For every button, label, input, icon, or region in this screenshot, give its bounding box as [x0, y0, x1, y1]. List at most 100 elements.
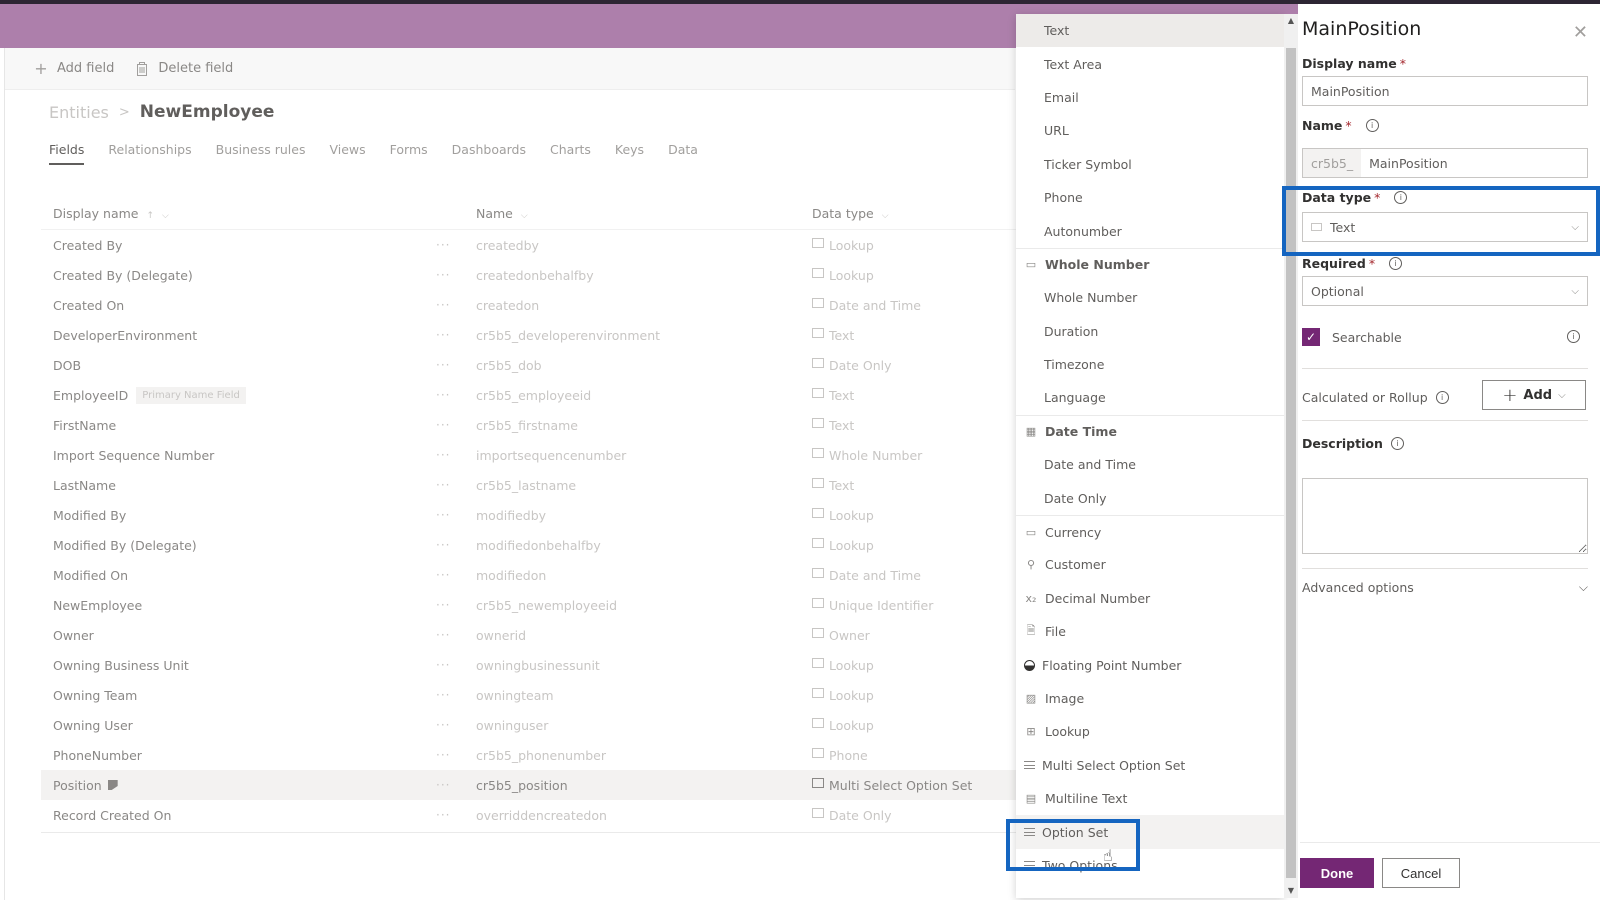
more-options-button[interactable]: ··· — [436, 718, 476, 732]
dropdown-option-lookup[interactable]: ⊞ Lookup — [1016, 715, 1284, 748]
more-options-button[interactable]: ··· — [436, 628, 476, 642]
more-options-button[interactable]: ··· — [436, 418, 476, 432]
table-row[interactable]: DOB ··· cr5b5_dob Date Only — [41, 350, 1021, 380]
table-row[interactable]: Modified By ··· modifiedby Lookup — [41, 500, 1021, 530]
dropdown-option-option-set[interactable]: Option Set — [1016, 815, 1284, 849]
more-options-button[interactable]: ··· — [436, 388, 476, 402]
more-options-button[interactable]: ··· — [436, 298, 476, 312]
dropdown-option-date-and-time[interactable]: Date and Time — [1016, 448, 1284, 481]
done-button[interactable]: Done — [1300, 858, 1374, 888]
dropdown-option-autonumber[interactable]: Autonumber — [1016, 214, 1284, 247]
table-row[interactable]: DeveloperEnvironment ··· cr5b5_developeren… — [41, 320, 1021, 350]
more-options-button[interactable]: ··· — [436, 748, 476, 762]
column-display-name[interactable]: Display name ↑ ⌵ — [41, 206, 476, 221]
info-icon[interactable]: i — [1390, 437, 1404, 450]
display-name-input[interactable]: MainPosition — [1302, 76, 1588, 106]
breadcrumb-entities-link[interactable]: Entities — [49, 103, 109, 122]
data-type-select[interactable]: Text ⌵ — [1302, 212, 1588, 242]
info-icon[interactable]: i — [1394, 191, 1408, 204]
info-icon[interactable]: i — [1389, 257, 1403, 270]
more-options-button[interactable]: ··· — [436, 508, 476, 522]
dropdown-option-text[interactable]: Text — [1016, 14, 1284, 48]
column-name[interactable]: Name ⌵ — [476, 206, 812, 221]
more-options-button[interactable]: ··· — [436, 778, 476, 792]
dropdown-option-multiline-text[interactable]: ▤ Multiline Text — [1016, 782, 1284, 815]
dropdown-option-url[interactable]: URL — [1016, 114, 1284, 147]
table-row[interactable]: Record Created On ··· overriddencreatedon D… — [41, 800, 1021, 830]
more-options-button[interactable]: ··· — [436, 568, 476, 582]
add-field-button[interactable]: + Add field — [33, 59, 114, 78]
add-calculated-button[interactable]: + Add ⌵ — [1482, 380, 1586, 410]
more-options-button[interactable]: ··· — [436, 238, 476, 252]
dropdown-option-multi-select-option-set[interactable]: Multi Select Option Set — [1016, 749, 1284, 782]
dropdown-option-timezone[interactable]: Timezone — [1016, 348, 1284, 381]
info-icon[interactable]: i — [1365, 119, 1379, 132]
table-row[interactable]: Modified By (Delegate) ··· modifiedonbehal… — [41, 530, 1021, 560]
scroll-down-icon[interactable]: ▼ — [1284, 884, 1298, 898]
tab-forms[interactable]: Forms — [390, 142, 428, 165]
table-row[interactable]: Owning Team ··· owningteam Lookup — [41, 680, 1021, 710]
dropdown-option-date-only[interactable]: Date Only — [1016, 481, 1284, 514]
tab-charts[interactable]: Charts — [550, 142, 591, 165]
table-row[interactable]: Owning User ··· owninguser Lookup — [41, 710, 1021, 740]
info-icon[interactable]: i — [1567, 330, 1580, 343]
more-options-button[interactable]: ··· — [436, 598, 476, 612]
more-options-button[interactable]: ··· — [436, 268, 476, 282]
tab-dashboards[interactable]: Dashboards — [452, 142, 526, 165]
table-row[interactable]: FirstName ··· cr5b5_firstname Text — [41, 410, 1021, 440]
cancel-button[interactable]: Cancel — [1382, 858, 1460, 888]
table-row[interactable]: Created By (Delegate) ··· createdonbehalfb… — [41, 260, 1021, 290]
dropdown-option-duration[interactable]: Duration — [1016, 315, 1284, 348]
dropdown-option-file[interactable]: 🗎 File — [1016, 615, 1284, 648]
dropdown-option-floating-point-number[interactable]: Floating Point Number — [1016, 648, 1284, 681]
dropdown-option-whole-number[interactable]: Whole Number — [1016, 281, 1284, 314]
description-textarea[interactable] — [1302, 478, 1588, 554]
table-row[interactable]: LastName ··· cr5b5_lastname Text — [41, 470, 1021, 500]
required-select[interactable]: Optional ⌵ — [1302, 276, 1588, 306]
close-icon[interactable]: ✕ — [1573, 22, 1588, 43]
table-row[interactable]: NewEmployee ··· cr5b5_newemployeeid Unique … — [41, 590, 1021, 620]
searchable-checkbox[interactable]: ✓ — [1302, 328, 1320, 346]
tab-views[interactable]: Views — [329, 142, 365, 165]
dropdown-option-ticker-symbol[interactable]: Ticker Symbol — [1016, 148, 1284, 181]
dropdown-option-phone[interactable]: Phone — [1016, 181, 1284, 214]
table-row[interactable]: Modified On ··· modifiedon Date and Time — [41, 560, 1021, 590]
more-options-button[interactable]: ··· — [436, 538, 476, 552]
dropdown-option-image[interactable]: ▨ Image — [1016, 682, 1284, 715]
column-data-type[interactable]: Data type ⌵ — [812, 206, 1021, 221]
table-row[interactable]: Created By ··· createdby Lookup — [41, 230, 1021, 260]
tab-fields[interactable]: Fields — [49, 142, 85, 165]
dropdown-option-currency[interactable]: ▭ Currency — [1016, 514, 1284, 548]
more-options-button[interactable]: ··· — [436, 478, 476, 492]
table-row[interactable]: Import Sequence Number ··· importsequencen… — [41, 440, 1021, 470]
table-row[interactable]: PhoneNumber ··· cr5b5_phonenumber Phone — [41, 740, 1021, 770]
table-row[interactable]: Owning Business Unit ··· owningbusinessuni… — [41, 650, 1021, 680]
advanced-options-toggle[interactable]: Advanced options ⌵ — [1302, 580, 1588, 595]
dropdown-option-customer[interactable]: ⚲ Customer — [1016, 548, 1284, 581]
more-options-button[interactable]: ··· — [436, 358, 476, 372]
dropdown-scrollbar[interactable]: ▲ ▼ — [1284, 14, 1298, 898]
more-options-button[interactable]: ··· — [436, 448, 476, 462]
more-options-button[interactable]: ··· — [436, 688, 476, 702]
dropdown-option-language[interactable]: Language — [1016, 381, 1284, 414]
table-row[interactable]: EmployeeID Primary Name Field ··· cr5b5_emp… — [41, 380, 1021, 410]
dropdown-option-decimal-number[interactable]: x₂ Decimal Number — [1016, 582, 1284, 615]
tab-business-rules[interactable]: Business rules — [216, 142, 306, 165]
dropdown-option-text-area[interactable]: Text Area — [1016, 47, 1284, 80]
table-row[interactable]: Position ··· cr5b5_position Multi Select Op… — [41, 770, 1021, 800]
dropdown-option-two-options[interactable]: Two Options — [1016, 849, 1284, 882]
info-icon[interactable]: i — [1435, 391, 1449, 404]
table-row[interactable]: Created On ··· createdon Date and Time — [41, 290, 1021, 320]
delete-field-button[interactable]: Delete field — [134, 61, 233, 77]
more-options-button[interactable]: ··· — [436, 808, 476, 822]
tab-keys[interactable]: Keys — [615, 142, 644, 165]
tab-relationships[interactable]: Relationships — [108, 142, 191, 165]
more-options-button[interactable]: ··· — [436, 658, 476, 672]
more-options-button[interactable]: ··· — [436, 328, 476, 342]
tab-data[interactable]: Data — [668, 142, 698, 165]
scroll-thumb[interactable] — [1286, 48, 1296, 878]
chevron-down-icon[interactable]: ⌵ — [162, 211, 169, 221]
chevron-down-icon[interactable]: ⌵ — [521, 211, 528, 221]
name-input[interactable]: cr5b5_ MainPosition — [1302, 148, 1588, 178]
dropdown-option-email[interactable]: Email — [1016, 81, 1284, 114]
